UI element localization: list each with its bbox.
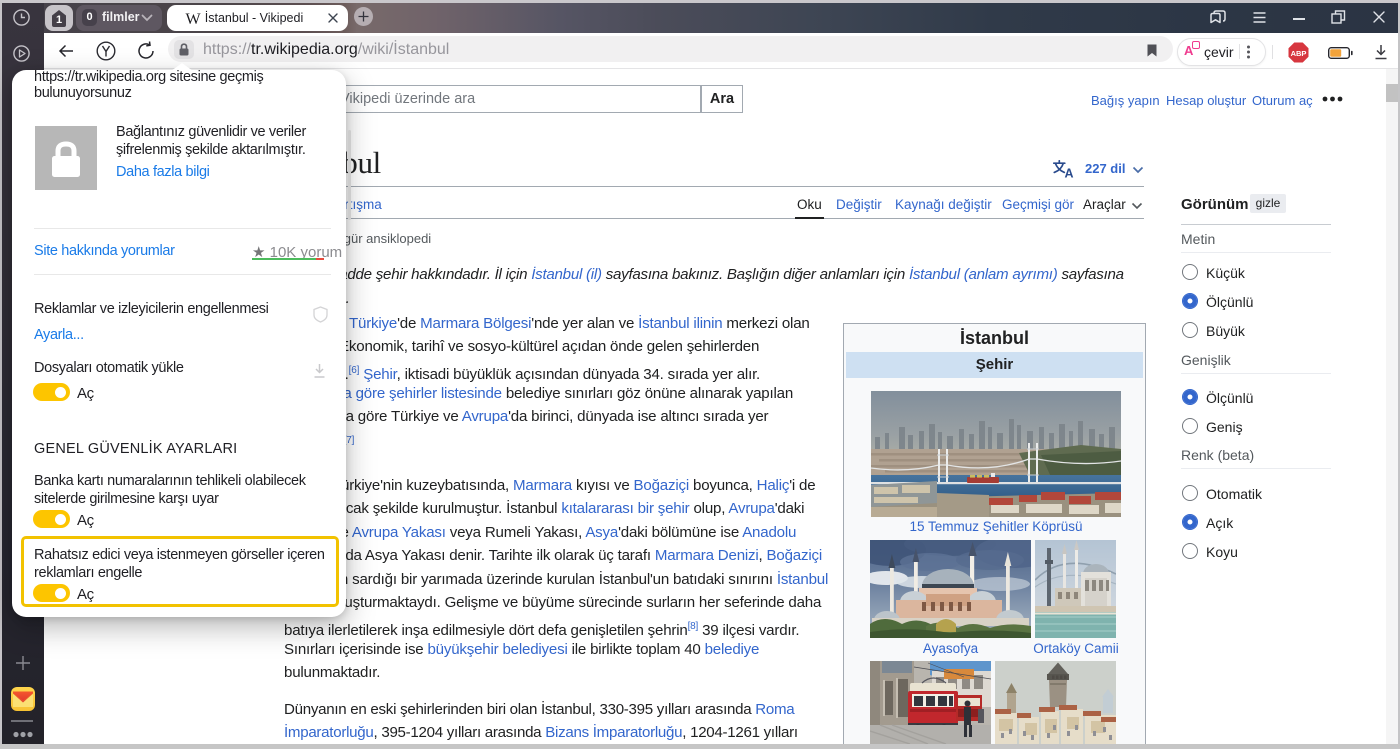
svg-text:A: A: [1065, 167, 1074, 179]
svg-text:1: 1: [56, 14, 62, 26]
svg-text:ABP: ABP: [1291, 49, 1307, 58]
svg-text:W: W: [185, 11, 201, 26]
